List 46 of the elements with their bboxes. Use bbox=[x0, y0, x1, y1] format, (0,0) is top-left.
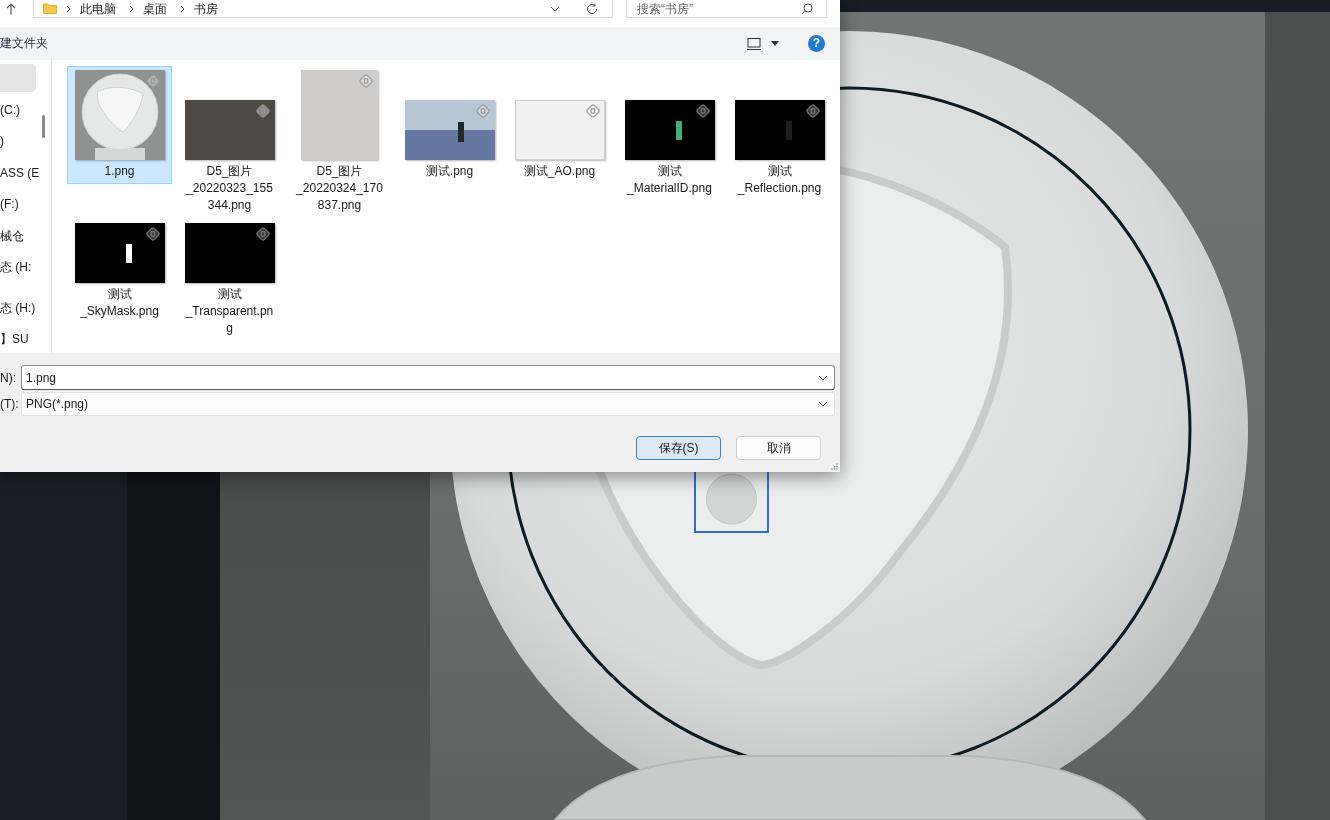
diamond-badge-icon bbox=[358, 73, 374, 89]
sidebar-item[interactable]: (C:) bbox=[0, 94, 36, 126]
breadcrumb-item[interactable]: 桌面 bbox=[143, 0, 167, 17]
file-name-label: N): bbox=[0, 370, 17, 385]
folder-icon bbox=[43, 3, 57, 14]
up-arrow-icon[interactable] bbox=[6, 3, 16, 15]
caret-icon[interactable] bbox=[771, 41, 779, 46]
sidebar-item[interactable]: 态 (H: bbox=[0, 252, 36, 284]
sidebar-item[interactable]: (F:) bbox=[0, 189, 36, 221]
cancel-button[interactable]: 取消 bbox=[736, 436, 821, 460]
search-icon[interactable] bbox=[801, 3, 813, 15]
file-name-combobox[interactable]: 1.png bbox=[21, 365, 835, 390]
view-icon[interactable] bbox=[747, 37, 761, 50]
file-type-dropdown[interactable]: PNG(*.png) bbox=[21, 392, 835, 416]
scrollbar-thumb[interactable] bbox=[42, 115, 45, 138]
sidebar-item[interactable]: 械仓 bbox=[0, 220, 36, 252]
breadcrumb-item[interactable]: 此电脑 bbox=[80, 0, 116, 17]
refresh-icon[interactable] bbox=[586, 2, 598, 15]
file-item[interactable]: 测试_Transparent.png bbox=[177, 219, 282, 341]
diamond-badge-icon bbox=[144, 73, 161, 89]
preview-thumbnail-drawing[interactable] bbox=[694, 472, 769, 533]
sidebar-item[interactable]: 】SU bbox=[0, 324, 36, 356]
save-button[interactable]: 保存(S) bbox=[636, 436, 721, 460]
help-button[interactable]: ? bbox=[808, 35, 825, 52]
file-type-label: (T): bbox=[0, 397, 20, 411]
chevron-down-icon[interactable] bbox=[550, 5, 560, 12]
file-item[interactable]: 1.png bbox=[67, 66, 172, 184]
file-item[interactable]: 测试_SkyMask.png bbox=[67, 219, 172, 324]
chevron-icon[interactable] bbox=[66, 4, 71, 13]
search-field[interactable]: 搜索“书房” bbox=[626, 0, 827, 18]
file-item[interactable]: 测试_AO.png bbox=[507, 66, 612, 184]
file-item[interactable]: 测试.png bbox=[397, 66, 502, 184]
chevron-icon[interactable] bbox=[180, 4, 185, 13]
file-item[interactable]: D5_图片_20220324_170837.png bbox=[287, 66, 392, 218]
file-item[interactable]: 测试_MaterialID.png bbox=[617, 66, 722, 201]
chevron-icon[interactable] bbox=[129, 4, 134, 13]
chevron-down-icon[interactable] bbox=[818, 401, 828, 407]
breadcrumb-item[interactable]: 书房 bbox=[194, 0, 218, 17]
resize-grip-icon[interactable] bbox=[831, 463, 838, 470]
chevron-down-icon[interactable] bbox=[818, 375, 828, 381]
address-bar[interactable]: 此电脑 桌面 书房 bbox=[33, 0, 613, 18]
sidebar-item[interactable]: ) bbox=[0, 126, 36, 158]
file-item[interactable]: D5_图片_20220323_155344.png bbox=[177, 66, 282, 218]
new-folder-button[interactable]: 建文件夹 bbox=[0, 31, 52, 56]
sidebar-item[interactable]: 态 (H:) bbox=[0, 292, 36, 324]
file-item[interactable]: 测试_Reflection.png bbox=[727, 66, 832, 201]
